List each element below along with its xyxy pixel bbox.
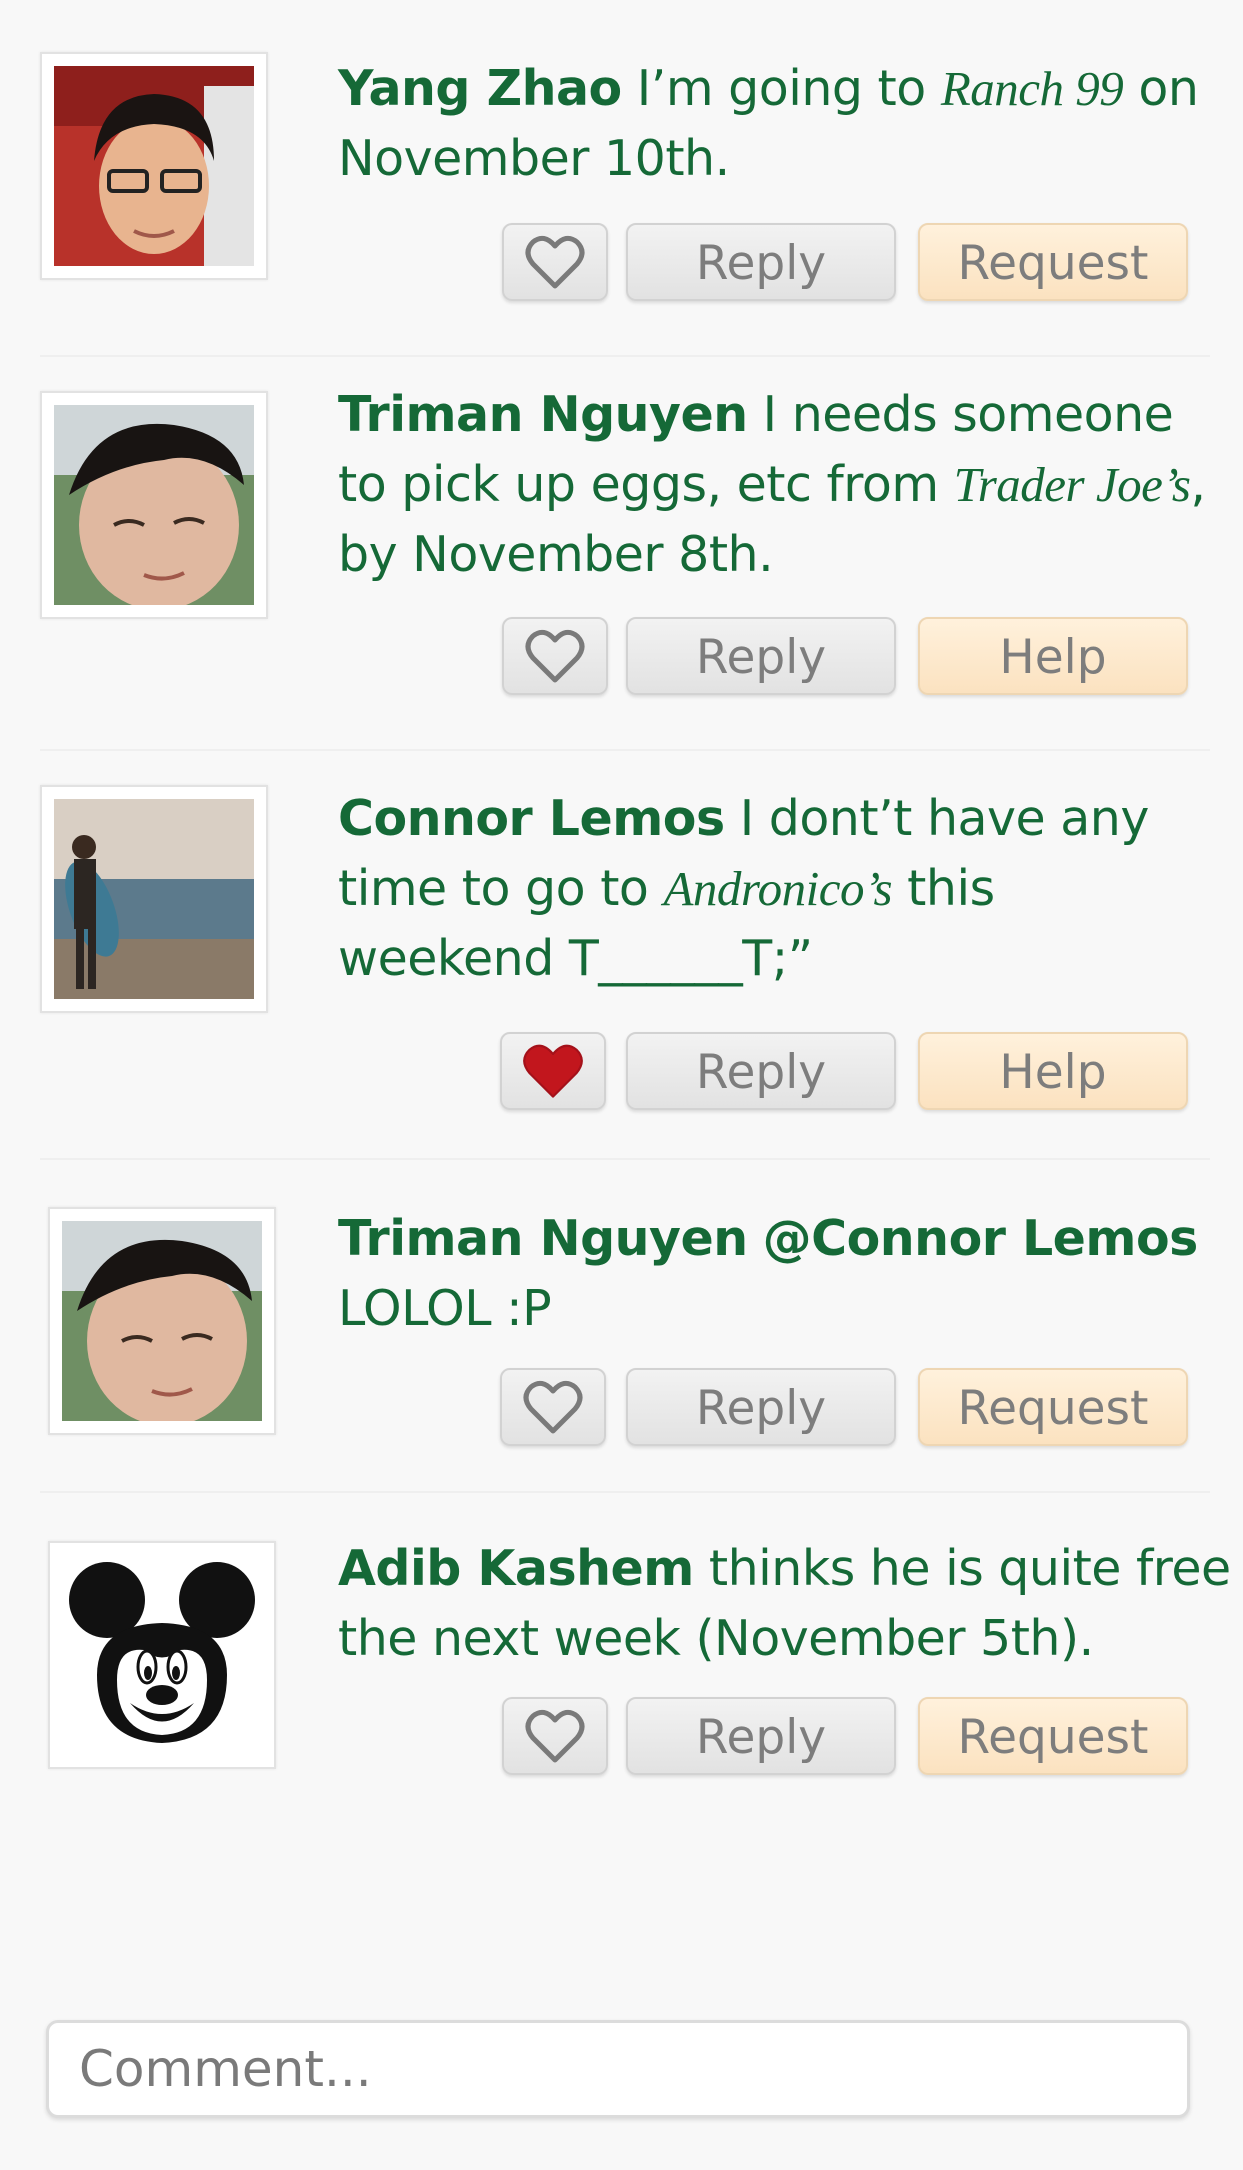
- author-name[interactable]: Triman Nguyen: [338, 386, 748, 443]
- avatar-adib-kashem: [48, 1541, 276, 1769]
- heart-icon: [523, 1380, 583, 1434]
- reply-button[interactable]: Reply: [626, 617, 896, 695]
- avatar-triman-nguyen: [40, 391, 268, 619]
- avatar-connor-lemos: [40, 785, 268, 1013]
- post-text: Connor Lemos I dont’t have any time to g…: [338, 784, 1218, 994]
- action-bar: Reply Request: [502, 1697, 1192, 1779]
- post-divider: [40, 1158, 1210, 1160]
- reply-button[interactable]: Reply: [626, 1697, 896, 1775]
- mention-link[interactable]: @Connor Lemos: [763, 1210, 1199, 1267]
- avatar-yang-zhao: [40, 52, 268, 280]
- like-button[interactable]: [502, 617, 608, 695]
- avatar-triman-nguyen-image: [54, 405, 254, 605]
- post-text: Yang Zhao I’m going to Ranch 99 on Novem…: [338, 54, 1218, 194]
- author-name[interactable]: Adib Kashem: [338, 1540, 694, 1597]
- request-button[interactable]: Request: [918, 223, 1188, 301]
- action-bar: Reply Request: [500, 1368, 1190, 1450]
- author-name[interactable]: Yang Zhao: [338, 60, 622, 117]
- avatar-triman-nguyen: [48, 1207, 276, 1435]
- place-name[interactable]: Andronico’s: [663, 861, 892, 916]
- help-button[interactable]: Help: [918, 1032, 1188, 1110]
- post-body: I’m going to: [621, 60, 941, 117]
- action-bar: Reply Help: [502, 617, 1192, 699]
- request-button[interactable]: Request: [918, 1697, 1188, 1775]
- post-text: Triman Nguyen @Connor Lemos LOLOL :P: [338, 1204, 1218, 1344]
- reply-button[interactable]: Reply: [626, 1368, 896, 1446]
- heart-filled-icon: [523, 1044, 583, 1098]
- post-divider: [40, 749, 1210, 751]
- avatar-connor-lemos-image: [54, 799, 254, 999]
- avatar-yang-zhao-image: [54, 66, 254, 266]
- heart-icon: [525, 629, 585, 683]
- avatar-adib-kashem-image: [62, 1555, 262, 1755]
- request-button[interactable]: Request: [918, 1368, 1188, 1446]
- like-button[interactable]: [502, 1697, 608, 1775]
- post-divider: [40, 355, 1210, 357]
- post-divider: [40, 1491, 1210, 1493]
- avatar-triman-nguyen-image: [62, 1221, 262, 1421]
- place-name[interactable]: Trader Joe’s: [954, 457, 1191, 512]
- help-button[interactable]: Help: [918, 617, 1188, 695]
- heart-icon: [525, 235, 585, 289]
- like-button[interactable]: [500, 1368, 606, 1446]
- action-bar: Reply Request: [502, 223, 1192, 305]
- reply-button[interactable]: Reply: [626, 1032, 896, 1110]
- like-button[interactable]: [502, 223, 608, 301]
- post-body: LOLOL :P: [338, 1280, 552, 1337]
- place-name[interactable]: Ranch 99: [941, 61, 1124, 116]
- comment-input[interactable]: Comment...: [46, 2020, 1190, 2118]
- like-button[interactable]: [500, 1032, 606, 1110]
- reply-button[interactable]: Reply: [626, 223, 896, 301]
- comment-feed: Yang Zhao I’m going to Ranch 99 on Novem…: [0, 0, 1243, 2170]
- action-bar: Reply Help: [500, 1032, 1190, 1114]
- post-text: Triman Nguyen I needs someone to pick up…: [338, 380, 1218, 590]
- post-text: Adib Kashem thinks he is quite free the …: [338, 1534, 1238, 1674]
- author-name[interactable]: Triman Nguyen: [338, 1210, 748, 1267]
- author-name[interactable]: Connor Lemos: [338, 790, 725, 847]
- heart-icon: [525, 1709, 585, 1763]
